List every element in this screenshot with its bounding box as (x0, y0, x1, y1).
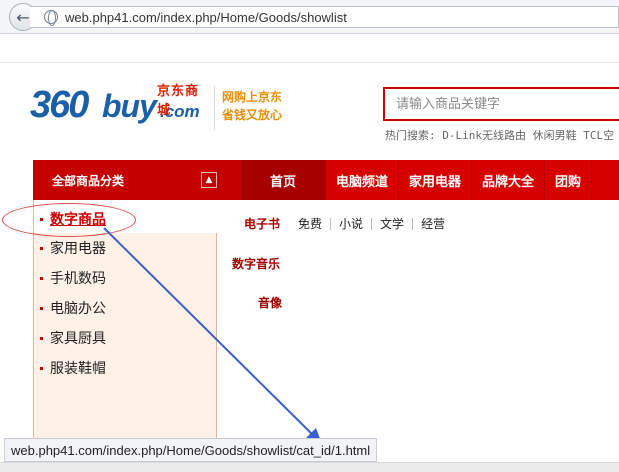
bullet-icon (40, 276, 43, 280)
category-sidebar: 数字商品 家用电器 手机数码 电脑办公 家具厨具 服装鞋帽 (33, 200, 218, 450)
logo-divider (214, 86, 215, 130)
search-box (383, 87, 619, 121)
category-item-office[interactable]: 电脑办公 (40, 297, 106, 319)
all-categories-button[interactable]: 全部商品分类 ▲ (33, 160, 241, 200)
subcategory-link-free[interactable]: 免费 (290, 218, 330, 230)
hot-keywords: 热门搜索: D-Link无线路由 休闲男鞋 TCL空 (385, 129, 615, 142)
all-categories-label: 全部商品分类 (52, 173, 125, 188)
category-label: 服装鞋帽 (50, 361, 106, 377)
logo-number: 360 (30, 84, 89, 126)
subcategory-title[interactable]: 电子书 (244, 215, 280, 232)
logo-cn: 京东商城 (157, 84, 200, 118)
nav-item-computer[interactable]: 电脑频道 (326, 160, 400, 200)
slogan-line-2: 省钱又放心 (222, 108, 283, 122)
subcategory-row-ebook: 电子书 免费 小说 文学 经营 (244, 215, 453, 232)
browser-address-bar: ← web.php41.com/index.php/Home/Goods/sho… (0, 0, 619, 34)
subcategory-link-novel[interactable]: 小说 (330, 217, 371, 230)
main-nav: 全部商品分类 ▲ 首页 电脑频道 家用电器 品牌大全 团购 (33, 160, 619, 200)
globe-icon (44, 10, 58, 26)
url-text: web.php41.com/index.php/Home/Goods/showl… (65, 9, 347, 25)
subcategory-link-business[interactable]: 经营 (412, 217, 453, 230)
nav-item-appliances[interactable]: 家用电器 (399, 160, 473, 200)
bullet-icon (40, 336, 43, 340)
category-item-phones[interactable]: 手机数码 (40, 267, 106, 289)
nav-item-groupbuy[interactable]: 团购 (545, 160, 593, 200)
category-label: 家具厨具 (50, 331, 106, 347)
browser-toolbar (0, 35, 619, 63)
subcategory-row-video: 音像 (258, 294, 282, 311)
category-item-clothing[interactable]: 服装鞋帽 (40, 357, 106, 379)
annotation-ellipse (2, 203, 136, 237)
subcategory-title[interactable]: 音像 (258, 294, 282, 311)
search-input[interactable] (385, 89, 619, 119)
category-label: 电脑办公 (50, 301, 106, 317)
slogan: 网购上京东 省钱又放心 (222, 88, 282, 124)
bullet-icon (40, 366, 43, 370)
logo-buy: buy (102, 88, 157, 124)
url-field[interactable]: web.php41.com/index.php/Home/Goods/showl… (30, 6, 619, 28)
nav-item-brands[interactable]: 品牌大全 (472, 160, 546, 200)
browser-status-bar: web.php41.com/index.php/Home/Goods/showl… (4, 438, 378, 462)
nav-items: 首页 电脑频道 家用电器 品牌大全 团购 (241, 160, 593, 200)
subcategory-link-literature[interactable]: 文学 (371, 217, 412, 230)
category-label: 家用电器 (50, 241, 106, 257)
slogan-line-1: 网购上京东 (222, 90, 283, 104)
category-item-appliances[interactable]: 家用电器 (40, 237, 106, 259)
chevron-up-icon[interactable]: ▲ (201, 172, 217, 188)
bullet-icon (40, 306, 43, 310)
bottom-strip (0, 462, 619, 472)
bullet-icon (40, 246, 43, 250)
nav-item-home[interactable]: 首页 (241, 160, 326, 200)
site-logo[interactable]: 360 buy .com 京东商城 (30, 80, 210, 130)
category-item-furniture[interactable]: 家具厨具 (40, 327, 106, 349)
category-label: 手机数码 (50, 271, 106, 287)
subcategory-row-music: 数字音乐 (232, 255, 280, 272)
subcategory-title[interactable]: 数字音乐 (232, 255, 280, 272)
